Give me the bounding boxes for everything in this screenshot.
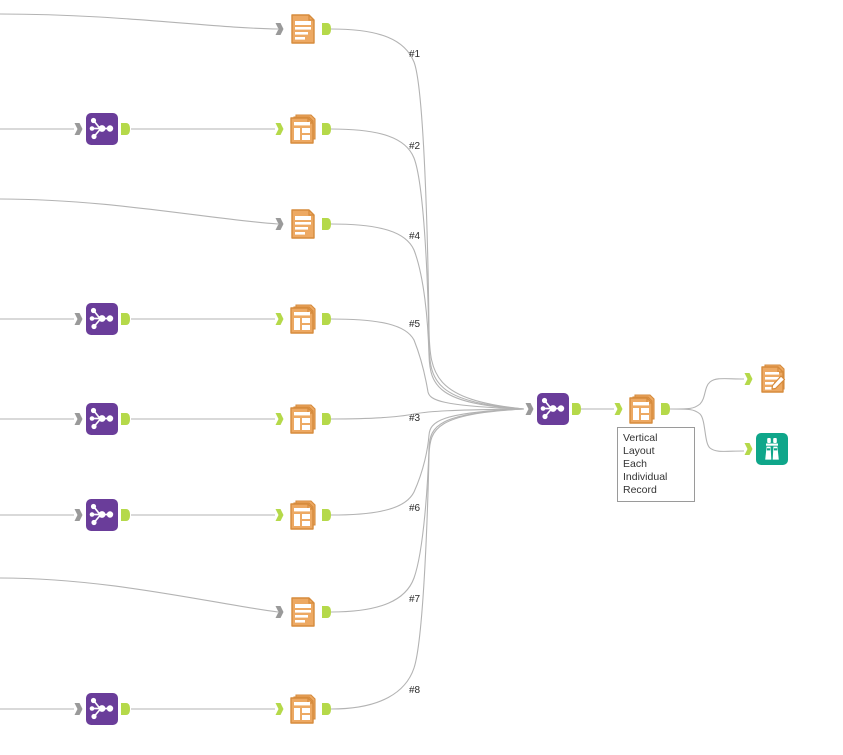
wire-label: #7 (409, 594, 421, 605)
layout-node[interactable] (614, 392, 670, 426)
layout-node[interactable] (275, 302, 331, 336)
input-anchor[interactable] (74, 508, 83, 522)
wire (330, 408, 525, 420)
wire (330, 128, 525, 410)
annotation-vertical-layout[interactable]: Vertical Layout Each Individual Record (617, 427, 695, 502)
report-text-node[interactable] (275, 207, 331, 241)
layout-icon (625, 392, 659, 426)
input-anchor[interactable] (74, 702, 83, 716)
join-multiple-node[interactable] (74, 112, 130, 146)
wire-label: #5 (409, 319, 421, 330)
wire (0, 577, 279, 613)
join-multiple-node[interactable] (525, 392, 581, 426)
wire (330, 408, 525, 516)
output-anchor[interactable] (322, 217, 331, 231)
layout-icon (286, 302, 320, 336)
layout-node[interactable] (275, 692, 331, 726)
join-multiple-node[interactable] (74, 692, 130, 726)
output-anchor[interactable] (322, 122, 331, 136)
wire (0, 198, 279, 225)
input-anchor[interactable] (744, 372, 753, 386)
wire (669, 378, 745, 410)
output-anchor[interactable] (121, 122, 130, 136)
reporttext-icon (286, 595, 320, 629)
output-anchor[interactable] (121, 412, 130, 426)
browse-node[interactable] (744, 432, 789, 466)
input-anchor[interactable] (275, 508, 284, 522)
input-anchor[interactable] (275, 122, 284, 136)
wire-label: #6 (409, 503, 421, 514)
render-node[interactable] (744, 362, 789, 396)
browse-icon (755, 432, 789, 466)
output-anchor[interactable] (322, 412, 331, 426)
wire-label: #1 (409, 49, 421, 60)
layout-icon (286, 112, 320, 146)
wire (0, 13, 279, 30)
reporttext-icon (286, 207, 320, 241)
input-anchor[interactable] (275, 605, 284, 619)
input-anchor[interactable] (275, 702, 284, 716)
report-text-node[interactable] (275, 12, 331, 46)
join-icon (85, 302, 119, 336)
join-icon (85, 112, 119, 146)
input-anchor[interactable] (275, 217, 284, 231)
wire-layer (0, 13, 745, 710)
layout-node[interactable] (275, 402, 331, 436)
join-icon (85, 692, 119, 726)
workflow-canvas[interactable]: #1 #2 #4 #5 #3 #6 #7 #8 Vertical Layout Each In… (0, 0, 843, 755)
wire (330, 318, 525, 410)
join-multiple-node[interactable] (74, 498, 130, 532)
input-anchor[interactable] (275, 312, 284, 326)
output-anchor[interactable] (121, 702, 130, 716)
wire (330, 223, 525, 410)
join-icon (85, 402, 119, 436)
output-anchor[interactable] (121, 508, 130, 522)
report-text-node[interactable] (275, 595, 331, 629)
input-anchor[interactable] (74, 122, 83, 136)
input-anchor[interactable] (525, 402, 534, 416)
wire (330, 28, 525, 410)
render-icon (755, 362, 789, 396)
input-anchor[interactable] (744, 442, 753, 456)
output-anchor[interactable] (572, 402, 581, 416)
wire-label: #3 (409, 413, 421, 424)
output-anchor[interactable] (661, 402, 670, 416)
join-multiple-node[interactable] (74, 402, 130, 436)
input-anchor[interactable] (74, 412, 83, 426)
wire-label: #2 (409, 141, 421, 152)
wire-label: #8 (409, 685, 421, 696)
input-anchor[interactable] (74, 312, 83, 326)
output-anchor[interactable] (322, 22, 331, 36)
input-anchor[interactable] (275, 412, 284, 426)
wire (330, 408, 525, 710)
layout-icon (286, 692, 320, 726)
output-anchor[interactable] (322, 605, 331, 619)
join-icon (536, 392, 570, 426)
output-anchor[interactable] (121, 312, 130, 326)
output-anchor[interactable] (322, 702, 331, 716)
layout-node[interactable] (275, 112, 331, 146)
reporttext-icon (286, 12, 320, 46)
output-anchor[interactable] (322, 508, 331, 522)
join-multiple-node[interactable] (74, 302, 130, 336)
input-anchor[interactable] (275, 22, 284, 36)
wire-label: #4 (409, 231, 421, 242)
input-anchor[interactable] (614, 402, 623, 416)
join-icon (85, 498, 119, 532)
layout-icon (286, 498, 320, 532)
layout-icon (286, 402, 320, 436)
layout-node[interactable] (275, 498, 331, 532)
wire (330, 408, 525, 613)
output-anchor[interactable] (322, 312, 331, 326)
